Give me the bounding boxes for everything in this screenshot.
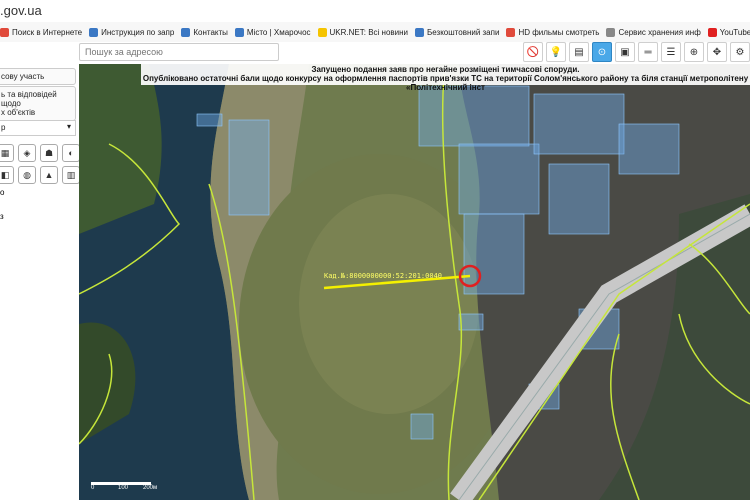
bookmark-item[interactable]: YouTube <box>707 27 750 37</box>
document-icon[interactable]: ▤ <box>569 42 589 62</box>
bookmark-favicon-icon <box>606 27 616 37</box>
layer-toggle-icon[interactable]: ☗ <box>40 144 58 162</box>
bookmark-item[interactable]: Безкоштовний запи <box>415 27 500 37</box>
bookmark-favicon-icon <box>317 27 327 37</box>
layer-toggle-icon[interactable]: ◧ <box>0 166 14 184</box>
bookmark-label: UKR.NET: Всі новини <box>329 27 409 37</box>
globe-icon[interactable]: ⊕ <box>684 42 704 62</box>
scale-label-100: 100 <box>118 485 129 491</box>
participate-label: сову участь <box>1 72 45 81</box>
participate-button[interactable]: сову участь <box>0 68 76 85</box>
bookmark-item[interactable]: HD фильмы смотреть <box>506 27 600 37</box>
chevron-down-icon: ▾ <box>66 122 71 131</box>
bookmark-item[interactable]: Инструкция по запр <box>89 27 175 37</box>
hill-top <box>299 194 479 414</box>
layer-toggle-icon[interactable]: ▦ <box>0 144 14 162</box>
address-search-input[interactable] <box>79 43 279 61</box>
bookmark-item[interactable]: Контакты <box>181 27 228 37</box>
url-text: .gov.ua <box>0 3 42 18</box>
bookmark-label: Безкоштовний запи <box>427 27 500 37</box>
tool-buttons: 🚫 💡 ▤ ⊙ ▣ ═ ☰ ⊕ ✥ ⚙ <box>520 42 750 64</box>
map-canvas <box>79 64 750 500</box>
bookmark-label: Місто | Хмарочос <box>246 27 311 37</box>
bookmarks-bar: Поиск в Интернете Инструкция по запр Конта… <box>0 22 750 43</box>
answers-button[interactable]: ь та відповідей щодо х об'єктів <box>0 86 76 121</box>
ruler-icon[interactable]: ═ <box>638 42 658 62</box>
answers-label-2: х об'єктів <box>1 108 36 117</box>
layer-select-value: р <box>1 123 6 132</box>
bookmark-favicon-icon <box>181 27 191 37</box>
target-icon[interactable]: ⊙ <box>592 42 612 62</box>
bookmark-favicon-icon <box>89 27 99 37</box>
bookmark-favicon-icon <box>0 27 9 37</box>
banner-line-1: Запущено подання заяв про негайне розміщ… <box>311 65 580 74</box>
scale-label-200: 200м <box>143 485 158 491</box>
layer-toggle-icon[interactable]: ◐ <box>62 144 79 162</box>
layer-toggle-icon[interactable]: ◍ <box>18 166 36 184</box>
bookmark-label: Контакты <box>193 27 228 37</box>
address-bar[interactable]: .gov.ua <box>0 0 750 23</box>
layer-toggle-icon[interactable]: ◈ <box>18 144 36 162</box>
layer-toggle-icon[interactable]: ▥ <box>62 166 79 184</box>
bookmark-item[interactable]: UKR.NET: Всі новини <box>317 27 409 37</box>
sidebar-panel: сову участь ь та відповідей щодо х об'єк… <box>0 64 80 500</box>
bookmark-favicon-icon <box>234 27 244 37</box>
satellite-map[interactable] <box>79 64 750 500</box>
announcement-banner: Запущено подання заяв про негайне розміщ… <box>141 64 750 92</box>
layer-select[interactable]: р ▾ <box>0 120 76 136</box>
map-toolbar: 🚫💡▤⊙▣═☰⊕✥⚙ <box>0 42 750 64</box>
scale-label-0: 0 <box>91 485 95 491</box>
gear-icon[interactable]: ⚙ <box>730 42 750 62</box>
bookmark-favicon-icon <box>506 27 516 37</box>
answers-label-1: ь та відповідей щодо <box>1 90 57 108</box>
bookmark-item[interactable]: Сервис хранения инф <box>606 27 701 37</box>
sidebar-extra-1: о <box>0 188 5 197</box>
bookmark-label: HD фильмы смотреть <box>518 27 600 37</box>
bookmark-favicon-icon <box>415 27 425 37</box>
sidebar-extra-2: з <box>0 212 4 221</box>
bookmark-item[interactable]: Поиск в Интернете <box>0 27 83 37</box>
bookmark-label: Сервис хранения инф <box>618 27 701 37</box>
cadastral-number-label: Кад.№:8000000000:52:201:0040 <box>324 272 443 280</box>
bookmark-label: YouTube <box>719 27 750 37</box>
move-icon[interactable]: ✥ <box>707 42 727 62</box>
bookmark-label: Поиск в Интернете <box>12 27 83 37</box>
pin-icon[interactable]: 💡 <box>546 42 566 62</box>
bookmark-label: Инструкция по запр <box>101 27 175 37</box>
layers-icon[interactable]: ☰ <box>661 42 681 62</box>
cube-icon[interactable]: ▣ <box>615 42 635 62</box>
bookmark-favicon-icon <box>707 27 717 37</box>
bookmark-item[interactable]: Місто | Хмарочос <box>234 27 311 37</box>
banner-line-2: Опубліковано остаточні бали щодо конкурс… <box>142 74 749 92</box>
layer-icon-grid: ▦ ◈ ☗ ◐ ◧ ◍ ▲ ▥ <box>0 144 79 184</box>
layer-toggle-icon[interactable]: ▲ <box>40 166 58 184</box>
no-entry-icon[interactable]: 🚫 <box>523 42 543 62</box>
